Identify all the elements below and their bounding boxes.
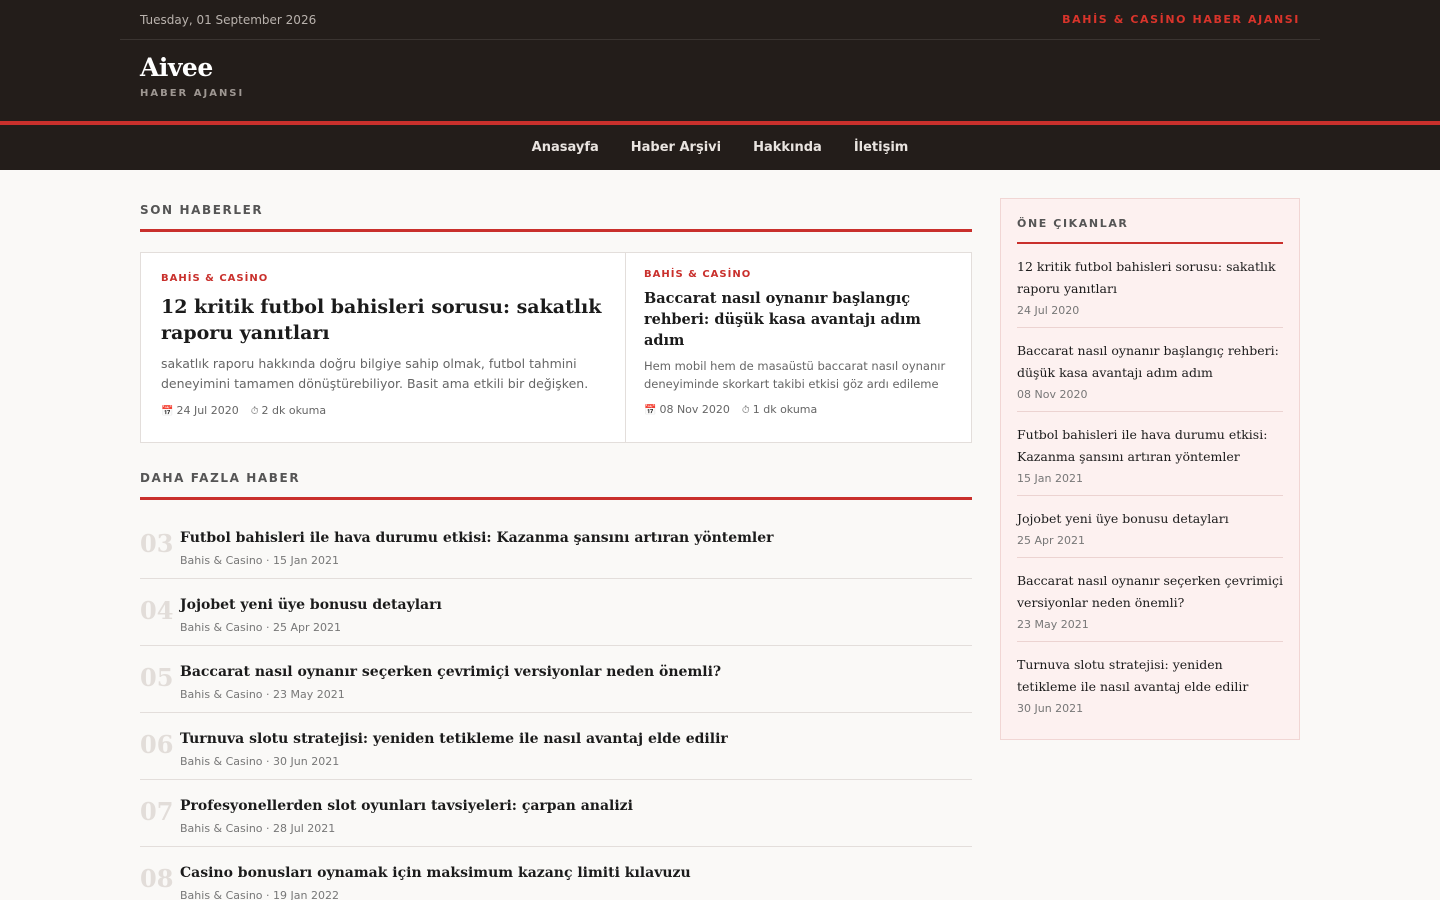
item-number: 08 [140, 864, 174, 893]
latest-section-title: SON HABERLER [140, 170, 972, 232]
nav-home[interactable]: Anasayfa [532, 140, 599, 155]
item-title[interactable]: Casino bonusları oynamak için maksimum k… [180, 865, 691, 881]
date-meta: 📅 08 Nov 2020 [644, 403, 730, 416]
site-header: Tuesday, 01 September 2026 BAHİS & CASİN… [0, 0, 1440, 121]
main-nav: Anasayfa Haber Arşivi Hakkında İletişim [0, 125, 1440, 170]
site-logo[interactable]: Aivee [140, 53, 244, 82]
list-item[interactable]: 06 Turnuva slotu stratejisi: yeniden tet… [140, 713, 972, 780]
sidebar-item[interactable]: Baccarat nasıl oynanır seçerken çevrimiç… [1017, 558, 1283, 642]
sidebar-item[interactable]: 12 kritik futbol bahisleri sorusu: sakat… [1017, 244, 1283, 328]
clock-icon: ⏱ [250, 406, 259, 417]
item-meta: Bahis & Casino · 25 Apr 2021 [180, 621, 342, 634]
nav-about[interactable]: Hakkında [753, 140, 822, 155]
sidebar-item[interactable]: Baccarat nasıl oynanır başlangıç rehberi… [1017, 328, 1283, 412]
featured-card[interactable]: BAHİS & CASİNO 12 kritik futbol bahisler… [141, 253, 626, 442]
item-title[interactable]: Baccarat nasıl oynanır seçerken çevrimiç… [180, 664, 721, 680]
item-number: 07 [140, 797, 174, 826]
sidebar-item-title[interactable]: Jojobet yeni üye bonusu detayları [1017, 508, 1283, 530]
article-meta: 📅 24 Jul 2020 ⏱ 2 dk okuma [161, 404, 605, 417]
sidebar-item-title[interactable]: Futbol bahisleri ile hava durumu etkisi:… [1017, 424, 1283, 468]
sidebar-item-title[interactable]: Baccarat nasıl oynanır başlangıç rehberi… [1017, 340, 1283, 384]
more-news-list: 03 Futbol bahisleri ile hava durumu etki… [140, 512, 972, 900]
featured-news: BAHİS & CASİNO 12 kritik futbol bahisler… [140, 252, 972, 443]
list-item[interactable]: 03 Futbol bahisleri ile hava durumu etki… [140, 512, 972, 579]
list-item[interactable]: 08 Casino bonusları oynamak için maksimu… [140, 847, 972, 900]
item-title[interactable]: Futbol bahisleri ile hava durumu etkisi:… [180, 530, 774, 546]
sidebar-item-date: 25 Apr 2021 [1017, 534, 1086, 547]
top-line: Tuesday, 01 September 2026 BAHİS & CASİN… [120, 0, 1320, 40]
read-time: 2 dk okuma [261, 404, 327, 417]
list-item[interactable]: 05 Baccarat nasıl oynanır seçerken çevri… [140, 646, 972, 713]
sidebar-item-date: 08 Nov 2020 [1017, 388, 1088, 401]
item-meta: Bahis & Casino · 19 Jan 2022 [180, 889, 339, 900]
sidebar-item-title[interactable]: Baccarat nasıl oynanır seçerken çevrimiç… [1017, 570, 1283, 614]
item-number: 05 [140, 663, 174, 692]
category-label[interactable]: BAHİS & CASİNO [644, 269, 953, 280]
item-number: 03 [140, 529, 174, 558]
item-title[interactable]: Jojobet yeni üye bonusu detayları [180, 597, 442, 613]
item-title[interactable]: Profesyonellerden slot oyunları tavsiyel… [180, 798, 633, 814]
sidebar-item-date: 24 Jul 2020 [1017, 304, 1080, 317]
category-label[interactable]: BAHİS & CASİNO [161, 273, 605, 284]
list-item[interactable]: 04 Jojobet yeni üye bonusu detayları Bahi… [140, 579, 972, 646]
calendar-icon: 📅 [644, 405, 657, 416]
list-item[interactable]: 07 Profesyonellerden slot oyunları tavsi… [140, 780, 972, 847]
featured-card[interactable]: BAHİS & CASİNO Baccarat nasıl oynanır ba… [626, 253, 971, 442]
item-meta: Bahis & Casino · 30 Jun 2021 [180, 755, 340, 768]
sidebar-title: ÖNE ÇIKANLAR [1017, 199, 1283, 244]
read-meta: ⏱ 2 dk okuma [251, 404, 326, 417]
featured-excerpt: Hem mobil hem de masaüstü baccarat nasıl… [644, 359, 946, 391]
sidebar-item-date: 15 Jan 2021 [1017, 472, 1083, 485]
item-meta: Bahis & Casino · 23 May 2021 [180, 688, 345, 701]
item-meta: Bahis & Casino · 28 Jul 2021 [180, 822, 336, 835]
item-number: 04 [140, 596, 174, 625]
date-meta: 📅 24 Jul 2020 [161, 404, 239, 417]
nav-archive[interactable]: Haber Arşivi [631, 140, 721, 155]
item-meta: Bahis & Casino · 15 Jan 2021 [180, 554, 339, 567]
featured-excerpt: sakatlık raporu hakkında doğru bilgiye s… [161, 356, 589, 391]
featured-title[interactable]: 12 kritik futbol bahisleri sorusu: sakat… [161, 294, 605, 346]
sidebar-item-title[interactable]: Turnuva slotu stratejisi: yeniden tetikl… [1017, 654, 1283, 698]
sidebar-item[interactable]: Futbol bahisleri ile hava durumu etkisi:… [1017, 412, 1283, 496]
sidebar-item[interactable]: Jojobet yeni üye bonusu detayları 25 Apr… [1017, 496, 1283, 558]
read-meta: ⏱ 1 dk okuma [742, 403, 817, 416]
current-date: Tuesday, 01 September 2026 [140, 12, 317, 27]
brand[interactable]: Aivee HABER AJANSI [140, 53, 244, 99]
date-text: 08 Nov 2020 [659, 403, 730, 416]
clock-icon: ⏱ [741, 405, 750, 416]
article-meta: 📅 08 Nov 2020 ⏱ 1 dk okuma [644, 403, 953, 416]
item-number: 06 [140, 730, 174, 759]
calendar-icon: 📅 [161, 406, 174, 417]
featured-title[interactable]: Baccarat nasıl oynanır başlangıç rehberi… [644, 288, 953, 351]
sidebar-item-date: 30 Jun 2021 [1017, 702, 1084, 715]
more-section-title: DAHA FAZLA HABER [140, 443, 972, 500]
sidebar-item[interactable]: Turnuva slotu stratejisi: yeniden tetikl… [1017, 642, 1283, 725]
sidebar-item-title[interactable]: 12 kritik futbol bahisleri sorusu: sakat… [1017, 256, 1283, 300]
date-text: 24 Jul 2020 [176, 404, 239, 417]
sidebar-item-date: 23 May 2021 [1017, 618, 1089, 631]
site-subtitle: HABER AJANSI [140, 88, 245, 99]
main-content: SON HABERLER BAHİS & CASİNO 12 kritik fu… [140, 170, 972, 900]
site-tagline: BAHİS & CASİNO HABER AJANSI [1062, 13, 1300, 26]
read-time: 1 dk okuma [752, 403, 818, 416]
nav-contact[interactable]: İletişim [854, 140, 909, 155]
highlights-sidebar: ÖNE ÇIKANLAR 12 kritik futbol bahisleri … [1000, 198, 1300, 740]
item-title[interactable]: Turnuva slotu stratejisi: yeniden tetikl… [180, 731, 728, 747]
